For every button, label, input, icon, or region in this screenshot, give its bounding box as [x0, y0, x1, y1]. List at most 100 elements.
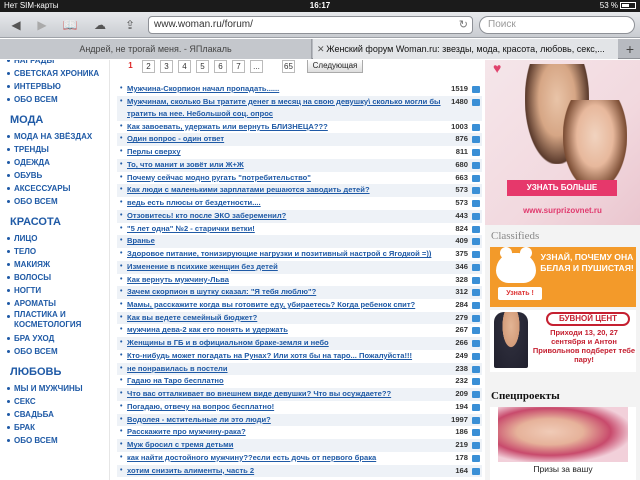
topic-link[interactable]: Кто-нибудь может погадать на Рунах? Или … — [127, 350, 452, 363]
sidebar-link[interactable]: ОБУВЬ — [0, 169, 109, 182]
banner-ad-orange[interactable]: УЗНАЙ, ПОЧЕМУ ОНА БЕЛАЯ И ПУШИСТАЯ! Узна… — [490, 247, 636, 307]
comment-icon[interactable] — [472, 149, 480, 157]
tab-yaplakal[interactable]: Андрей, не трогай меня. - ЯПлакаль — [0, 39, 312, 59]
sidebar-link[interactable]: МЫ И МУЖЧИНЫ — [0, 382, 109, 395]
find-out-button[interactable]: Узнать ! — [498, 287, 542, 300]
sidebar-link[interactable]: ЛИЦО — [0, 232, 109, 245]
cloud-icon[interactable]: ☁ — [90, 17, 110, 33]
comment-icon[interactable] — [472, 365, 480, 373]
back-icon[interactable]: ◀ — [6, 17, 26, 33]
comment-icon[interactable] — [472, 416, 480, 424]
comment-icon[interactable] — [472, 276, 480, 284]
topic-link[interactable]: мужчина дева-2 как его понять и удержать — [127, 324, 452, 337]
sidebar-link[interactable]: МОДА НА ЗВЁЗДАХ — [0, 130, 109, 143]
topic-link[interactable]: Гадаю на Таро бесплатно — [127, 375, 452, 388]
comment-icon[interactable] — [472, 86, 480, 93]
comment-icon[interactable] — [472, 352, 480, 360]
comment-icon[interactable] — [472, 187, 480, 195]
topic-link[interactable]: Вранье — [127, 235, 452, 248]
topic-link[interactable]: Мамы, расскажите когда вы готовите еду, … — [127, 299, 452, 312]
comment-icon[interactable] — [472, 174, 480, 182]
comment-icon[interactable] — [472, 161, 480, 169]
comment-icon[interactable] — [472, 378, 480, 386]
sidebar-link[interactable]: АКСЕССУАРЫ — [0, 182, 109, 195]
topic-link[interactable]: Водолея - мстительные ли это люди? — [127, 414, 452, 427]
sidebar-link[interactable]: НАГРАДЫ — [0, 60, 109, 67]
page-link[interactable]: 6 — [214, 60, 227, 73]
topic-link[interactable]: хотим снизить алименты, часть 2 — [127, 465, 452, 478]
topic-link[interactable]: не понравилась в постели — [127, 363, 452, 376]
comment-icon[interactable] — [472, 123, 480, 131]
next-page-button[interactable]: Следующая — [307, 60, 363, 73]
sidebar-link[interactable]: СВАДЬБА — [0, 408, 109, 421]
topic-link[interactable]: Зачем скорпион в шутку сказал: "Я тебя л… — [127, 286, 452, 299]
topic-link[interactable]: То, что манит и зовёт или Ж+Ж — [127, 159, 452, 172]
search-input[interactable]: Поиск — [479, 16, 635, 34]
address-bar[interactable]: www.woman.ru/forum/ ↻ — [148, 16, 473, 34]
tab-woman[interactable]: ✕ Женский форум Woman.ru: звезды, мода, к… — [313, 39, 618, 59]
page-link[interactable]: 2 — [142, 60, 155, 73]
topic-link[interactable]: Перлы сверху — [127, 146, 452, 159]
sidebar-link[interactable]: ОДЕЖДА — [0, 156, 109, 169]
sidebar-link[interactable]: ПЛАСТИКА И КОСМЕТОЛОГИЯ — [0, 310, 109, 332]
sidebar-link[interactable]: ВОЛОСЫ — [0, 271, 109, 284]
share-icon[interactable]: ⇪ — [120, 17, 140, 33]
comment-icon[interactable] — [472, 302, 480, 310]
comment-icon[interactable] — [472, 391, 480, 399]
page-link[interactable]: 1 — [124, 60, 137, 73]
sidebar-link[interactable]: БРА УХОД — [0, 332, 109, 345]
forward-icon[interactable]: ▶ — [32, 17, 52, 33]
comment-icon[interactable] — [472, 429, 480, 437]
comment-icon[interactable] — [472, 212, 480, 220]
sidebar-link[interactable]: ИНТЕРВЬЮ — [0, 80, 109, 93]
topic-link[interactable]: Как люди с маленькими зарплатами решаютс… — [127, 184, 452, 197]
comment-icon[interactable] — [472, 98, 480, 106]
page-link[interactable]: 65 — [282, 60, 295, 73]
comment-icon[interactable] — [472, 225, 480, 233]
comment-icon[interactable] — [472, 403, 480, 411]
sidebar-link[interactable]: МАКИЯЖ — [0, 258, 109, 271]
topic-link[interactable]: Мужчинам, сколько Вы тратите денег в мес… — [127, 96, 452, 120]
topic-link[interactable]: "5 лет одна" №2 - старички ветки! — [127, 223, 452, 236]
sidebar-section-title[interactable]: ЛЮБОВЬ — [0, 358, 109, 382]
topic-link[interactable]: Отзовитесь! кто после ЭКО забеременил? — [127, 210, 452, 223]
reload-icon[interactable]: ↻ — [459, 17, 468, 33]
banner-ad-couple[interactable]: ♥ УЗНАТЬ БОЛЬШЕ www.surprizovnet.ru — [485, 60, 640, 225]
sidebar-link[interactable]: БРАК — [0, 421, 109, 434]
page-link[interactable]: 5 — [196, 60, 209, 73]
topic-link[interactable]: Женщины в ГБ и в официальном браке-земля… — [127, 337, 452, 350]
topic-link[interactable]: Погадаю, отвечу на вопрос бесплатно! — [127, 401, 452, 414]
topic-link[interactable]: Расскажите про мужчину-рака? — [127, 426, 452, 439]
topic-link[interactable]: Как вернуть мужчину-Льва — [127, 274, 452, 287]
topic-link[interactable]: Почему сейчас модно ругать "потребительс… — [127, 172, 452, 185]
sidebar-link[interactable]: СЕКС — [0, 395, 109, 408]
topic-link[interactable]: Как завоевать, удержать или вернуть БЛИЗ… — [127, 121, 452, 134]
ad-site-url[interactable]: www.surprizovnet.ru — [485, 206, 640, 215]
comment-icon[interactable] — [472, 340, 480, 348]
banner-ad-center[interactable]: БУВНОЙ ЦЕНТ Приходи 13, 20, 27 сентября … — [490, 310, 636, 372]
topic-link[interactable]: Муж бросил с тремя детьми — [127, 439, 452, 452]
comment-icon[interactable] — [472, 136, 480, 144]
sidebar-link[interactable]: ОБО ВСЕМ — [0, 434, 109, 447]
page-link[interactable]: 7 — [232, 60, 245, 73]
bookmarks-icon[interactable]: 📖 — [60, 17, 80, 33]
sidebar-link[interactable]: АРОМАТЫ — [0, 297, 109, 310]
sidebar-link[interactable]: НОГТИ — [0, 284, 109, 297]
sidebar-link[interactable]: ОБО ВСЕМ — [0, 345, 109, 358]
comment-icon[interactable] — [472, 454, 480, 462]
comment-icon[interactable] — [472, 442, 480, 450]
topic-link[interactable]: Изменение в психике женщин без детей — [127, 261, 452, 274]
sidebar-link[interactable]: СВЕТСКАЯ ХРОНИКА — [0, 67, 109, 80]
sidebar-section-title[interactable]: МОДА — [0, 106, 109, 130]
sidebar-link[interactable]: ОБО ВСЕМ — [0, 93, 109, 106]
page-link[interactable]: 3 — [160, 60, 173, 73]
topic-link[interactable]: Здоровое питание, тонизирующие нагрузки … — [127, 248, 452, 261]
topic-link[interactable]: ведь есть плюсы от бездетности.... — [127, 197, 452, 210]
topic-link[interactable]: Мужчина-Скорпион начал пропадать...... — [127, 83, 452, 96]
comment-icon[interactable] — [472, 263, 480, 271]
comment-icon[interactable] — [472, 327, 480, 335]
learn-more-button[interactable]: УЗНАТЬ БОЛЬШЕ — [507, 180, 617, 196]
close-tab-icon[interactable]: ✕ — [317, 39, 325, 59]
specproject-ad[interactable]: Призы за вашу — [490, 407, 636, 480]
topic-link[interactable]: Один вопрос - один ответ — [127, 133, 452, 146]
